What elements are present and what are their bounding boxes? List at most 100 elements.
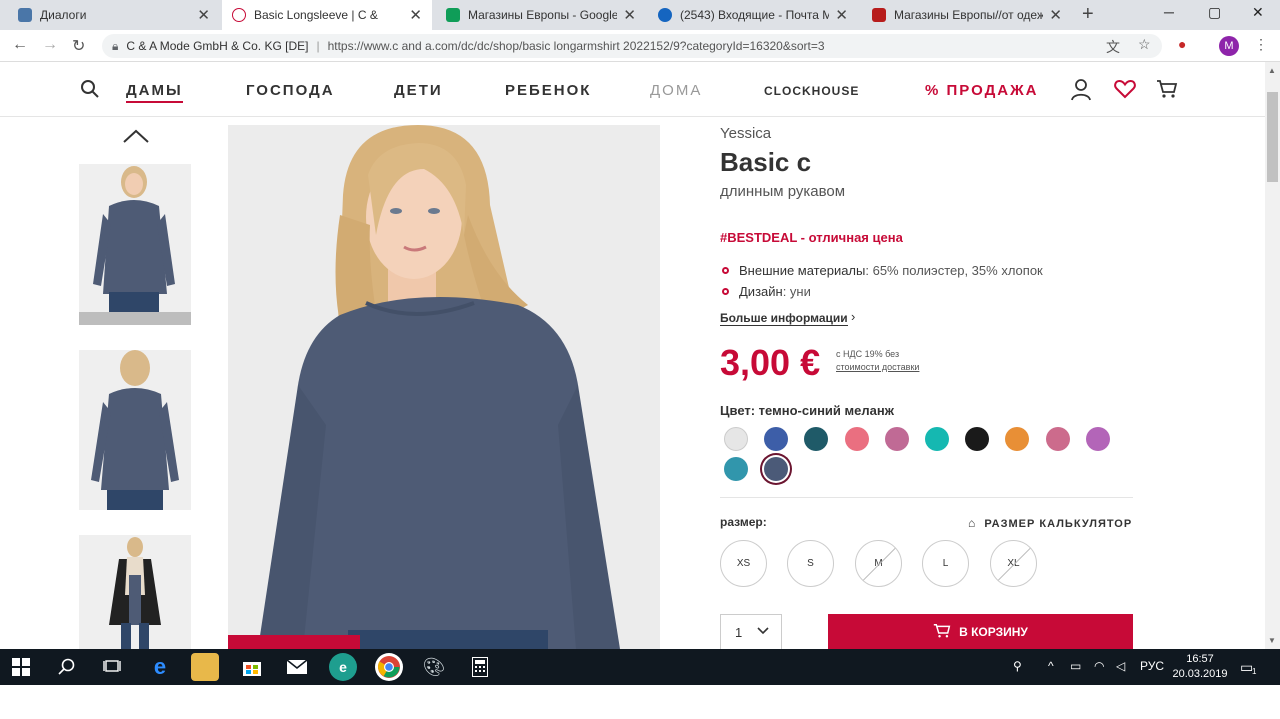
cart-icon[interactable] [1156, 79, 1178, 105]
color-swatch[interactable] [965, 427, 990, 451]
color-swatch[interactable] [925, 427, 949, 451]
close-tab-icon[interactable]: ✕ [835, 6, 848, 24]
vk-favicon-icon [18, 8, 32, 22]
color-swatch[interactable] [884, 427, 909, 451]
size-text: S [807, 558, 814, 569]
calculator-icon[interactable] [466, 653, 494, 681]
product-thumbnail[interactable] [79, 535, 191, 649]
vat-line: с НДС 19% без [836, 349, 900, 359]
size-option-xl-unavailable[interactable]: XL [990, 540, 1037, 587]
mail-icon[interactable] [283, 653, 311, 681]
nav-clockhouse[interactable]: CLOCKHOUSE [764, 84, 859, 98]
tray-chevron-up-icon[interactable]: ^ [1048, 659, 1054, 673]
task-view-icon[interactable] [103, 658, 121, 681]
vat-note: с НДС 19% без стоимости доставки [836, 348, 919, 374]
omnibox[interactable]: 🔒︎ C & A Mode GmbH & Co. KG [DE] | https… [102, 34, 1162, 58]
browser-tab[interactable]: Магазины Европы - Google T ✕ [436, 0, 646, 30]
maximize-button[interactable]: ▢ [1208, 4, 1221, 21]
color-swatch[interactable] [1005, 427, 1030, 451]
new-tab-button[interactable]: + [1082, 3, 1094, 26]
product-brand[interactable]: Yessica [720, 125, 771, 142]
windows-start-icon[interactable] [12, 658, 30, 681]
store-icon[interactable] [238, 653, 266, 681]
color-swatch[interactable] [844, 427, 869, 451]
color-swatch[interactable] [804, 427, 829, 451]
nav-sale[interactable]: % ПРОДАЖА [925, 82, 1038, 99]
more-info-link[interactable]: Больше информации [720, 311, 848, 326]
chevron-down-icon [757, 624, 769, 638]
color-swatch[interactable] [724, 457, 748, 481]
bestdeal-label: #BESTDEAL - отличная цена [720, 230, 903, 245]
size-option-l[interactable]: L [922, 540, 969, 587]
taskbar-clock[interactable]: 16:57 20.03.2019 [1172, 652, 1228, 682]
close-tab-icon[interactable]: ✕ [409, 6, 422, 24]
add-to-cart-button[interactable]: В КОРЗИНУ [828, 614, 1133, 650]
close-tab-icon[interactable]: ✕ [197, 6, 210, 24]
nav-kids[interactable]: ДЕТИ [394, 82, 443, 99]
people-icon[interactable]: ⚲ [1013, 659, 1022, 673]
volume-icon[interactable]: ◁ [1116, 659, 1125, 673]
wifi-icon[interactable]: ◠ [1094, 659, 1104, 673]
scrollbar-thumb[interactable] [1267, 92, 1278, 182]
adblock-extension-icon[interactable]: ● [1178, 36, 1186, 52]
browser-tab[interactable]: Диалоги ✕ [8, 0, 220, 30]
scroll-down-arrow-icon[interactable]: ▼ [1268, 636, 1276, 645]
size-label: размер: [720, 515, 767, 529]
color-swatch[interactable] [764, 427, 789, 451]
translate-icon[interactable]: 文 [1106, 37, 1120, 57]
file-explorer-icon[interactable] [191, 653, 219, 681]
more-info-label: Больше информации [720, 311, 848, 325]
color-swatch[interactable] [1085, 427, 1110, 451]
browser-tab[interactable]: (2543) Входящие - Почта Mai ✕ [648, 0, 858, 30]
site-owner: C & A Mode GmbH & Co. KG [DE] [126, 39, 309, 53]
close-tab-icon[interactable]: ✕ [623, 6, 636, 24]
thumbnails-up-chevron-icon[interactable] [123, 123, 149, 149]
search-icon[interactable] [58, 658, 76, 681]
forward-arrow-icon[interactable]: → [42, 36, 58, 54]
close-window-button[interactable]: ✕ [1252, 4, 1264, 21]
close-tab-icon[interactable]: ✕ [1049, 6, 1062, 24]
browser-tab-active[interactable]: Basic Longsleeve | C & ✕ [222, 0, 432, 30]
ie-browser-icon[interactable]: e [329, 653, 357, 681]
size-option-m-unavailable[interactable]: M [855, 540, 902, 587]
chrome-icon[interactable] [375, 653, 403, 681]
product-main-image[interactable] [228, 125, 660, 649]
product-thumbnail[interactable] [79, 350, 191, 510]
battery-icon[interactable]: ▭ [1070, 659, 1081, 673]
size-calculator-link[interactable]: ⌂ РАЗМЕР КАЛЬКУЛЯТОР [968, 516, 1132, 530]
back-arrow-icon[interactable]: ← [12, 36, 28, 54]
minimize-button[interactable]: ─ [1164, 4, 1174, 20]
edge-browser-icon[interactable]: e [146, 653, 174, 681]
menu-kebab-icon[interactable]: ⋮ [1254, 36, 1268, 53]
hanger-icon: ⌂ [968, 516, 977, 530]
profile-avatar[interactable]: M [1219, 36, 1239, 56]
bookmark-star-icon[interactable]: ☆ [1138, 36, 1151, 53]
tab-title: (2543) Входящие - Почта Mai [680, 8, 830, 22]
size-option-s[interactable]: S [787, 540, 834, 587]
bullet-icon [722, 267, 729, 274]
nav-women[interactable]: ДАМЫ [126, 82, 183, 103]
address-bar-row: ← → ↻ 🔒︎ C & A Mode GmbH & Co. KG [DE] |… [0, 30, 1280, 62]
paint-icon[interactable]: 🎨︎ [420, 653, 448, 681]
promo-ribbon [228, 635, 360, 649]
page-scrollbar[interactable]: ▲ ▼ [1265, 62, 1280, 649]
product-subtitle: длинным рукавом [720, 183, 846, 200]
color-swatch[interactable] [724, 427, 748, 451]
wishlist-heart-icon[interactable] [1114, 79, 1136, 105]
nav-baby[interactable]: РЕБЕНОК [505, 82, 591, 99]
product-thumbnail[interactable] [79, 164, 191, 325]
size-option-xs[interactable]: XS [720, 540, 767, 587]
color-swatch[interactable] [1045, 427, 1070, 451]
language-indicator[interactable]: РУС [1140, 659, 1164, 673]
account-icon[interactable] [1071, 79, 1091, 107]
quantity-select[interactable]: 1 [720, 614, 782, 650]
browser-tab[interactable]: Магазины Европы//от одежд ✕ [862, 0, 1072, 30]
search-icon[interactable] [80, 79, 100, 105]
reload-icon[interactable]: ↻ [72, 36, 85, 56]
scroll-up-arrow-icon[interactable]: ▲ [1268, 66, 1276, 75]
nav-men[interactable]: ГОСПОДА [246, 82, 335, 99]
shipping-cost-link[interactable]: стоимости доставки [836, 361, 919, 374]
quantity-value: 1 [735, 625, 743, 640]
nav-home[interactable]: ДОМА [650, 82, 702, 99]
color-swatch-selected[interactable] [764, 457, 789, 481]
